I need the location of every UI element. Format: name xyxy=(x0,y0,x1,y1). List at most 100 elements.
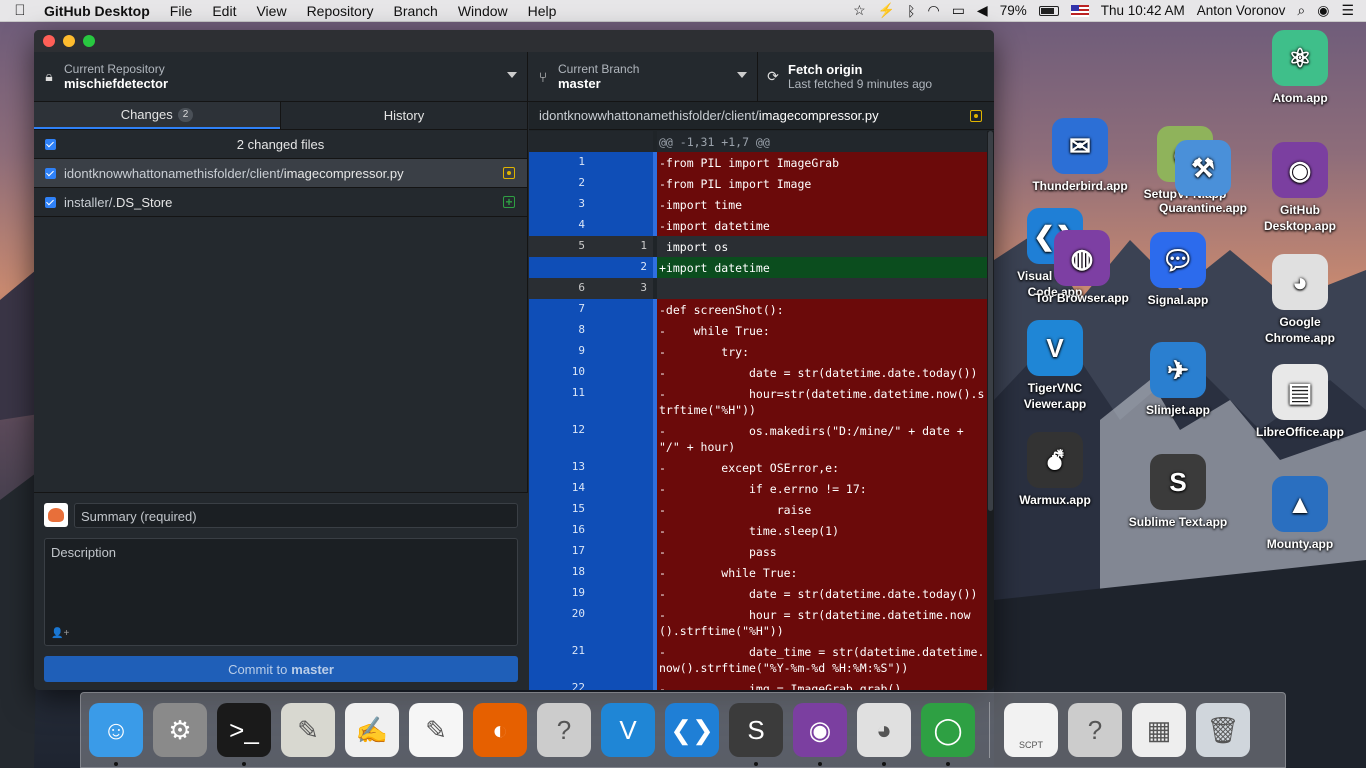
tab-changes[interactable]: Changes 2 xyxy=(34,102,280,129)
file-checkbox[interactable] xyxy=(45,197,56,208)
desktop-icon[interactable]: V TigerVNC Viewer.app xyxy=(1000,320,1110,412)
desktop-icon[interactable]: ⚒ Quarantine.app xyxy=(1148,140,1258,216)
quarantine-icon: ⚒ xyxy=(1175,140,1231,196)
menu-repository[interactable]: Repository xyxy=(297,3,384,19)
battery-icon[interactable] xyxy=(1038,5,1059,16)
bluetooth-icon[interactable]: ᛒ xyxy=(907,3,915,19)
zoom-window-button[interactable] xyxy=(83,35,95,47)
finder-icon[interactable]: ☺ xyxy=(89,703,143,766)
wifi-icon[interactable]: ◠ xyxy=(927,2,939,19)
changed-file-row[interactable]: installer/.DS_Store + xyxy=(34,188,527,217)
diff-line-del[interactable]: 14 - if e.errno != 17: xyxy=(529,478,987,499)
desktop-icon[interactable]: 💣︎ Warmux.app xyxy=(1000,432,1110,508)
diff-line-del[interactable]: 15 - raise xyxy=(529,499,987,520)
diff-line-ctx[interactable]: 63 xyxy=(529,278,987,299)
commit-button[interactable]: Commit to master xyxy=(44,656,518,682)
diff-line-del[interactable]: 16 - time.sleep(1) xyxy=(529,520,987,541)
screenshot-icon[interactable]: ▦ xyxy=(1132,703,1186,757)
user-name[interactable]: Anton Voronov xyxy=(1197,3,1286,18)
vpn-status-icon[interactable]: ⚡ xyxy=(878,2,895,19)
desktop-icon[interactable]: ▤ LibreOffice.app xyxy=(1245,364,1355,440)
diff-line-del[interactable]: 12 - os.makedirs("D:/mine/" + date + "/" … xyxy=(529,420,987,457)
file-checkbox[interactable] xyxy=(45,168,56,179)
sublime-icon[interactable]: S xyxy=(729,703,783,766)
diff-code: - date = str(datetime.date.today()) xyxy=(657,583,987,604)
desktop-icon[interactable]: S Sublime Text.app xyxy=(1123,454,1233,530)
star-icon[interactable]: ☆ xyxy=(853,2,866,19)
desktop-icon[interactable]: ✈ Slimjet.app xyxy=(1123,342,1233,418)
system-preferences-icon[interactable]: ⚙ xyxy=(153,703,207,757)
current-branch-dropdown[interactable]: ⑂ Current Branch master xyxy=(528,52,758,101)
desktop-icon[interactable]: ◉ GitHub Desktop.app xyxy=(1245,142,1355,234)
trash-icon[interactable]: 🗑︎ xyxy=(1196,703,1250,757)
textedit-icon[interactable]: ✍ xyxy=(345,703,399,757)
diff-line-del[interactable]: 17 - pass xyxy=(529,541,987,562)
diff-code: import os xyxy=(657,236,987,257)
menu-window[interactable]: Window xyxy=(448,3,518,19)
diff-line-del[interactable]: 4 -import datetime xyxy=(529,215,987,236)
spotlight-search-icon[interactable]: ⌕ xyxy=(1297,2,1305,19)
notification-center-icon[interactable]: ☰ xyxy=(1341,2,1354,19)
desktop-icon[interactable]: ✉ Thunderbird.app xyxy=(1025,118,1135,194)
clock[interactable]: Thu 10:42 AM xyxy=(1101,3,1185,18)
airplay-icon[interactable]: ▭ xyxy=(952,2,965,19)
ring-app-icon[interactable]: ◯ xyxy=(921,703,975,766)
summary-input[interactable]: Summary (required) xyxy=(74,503,518,528)
diff-line-del[interactable]: 21 - date_time = str(datetime.datetime.no… xyxy=(529,641,987,678)
tab-history[interactable]: History xyxy=(280,102,527,129)
input-source-flag-icon[interactable] xyxy=(1070,4,1089,17)
siri-icon[interactable]: ◉ xyxy=(1317,2,1329,19)
menu-file[interactable]: File xyxy=(160,3,203,19)
battery-percent[interactable]: 79% xyxy=(1000,3,1027,18)
diff-line-del[interactable]: 7 -def screenShot(): xyxy=(529,299,987,320)
app-menu[interactable]: GitHub Desktop xyxy=(40,3,160,19)
diff-line-ctx[interactable]: 51 import os xyxy=(529,236,987,257)
diff-code: - time.sleep(1) xyxy=(657,520,987,541)
vnc-icon[interactable]: V xyxy=(601,703,655,757)
diff-line-del[interactable]: 9 - try: xyxy=(529,341,987,362)
script-file-icon[interactable]: SCPT xyxy=(1004,703,1058,757)
add-coauthor-icon[interactable]: 👤+ xyxy=(51,628,69,639)
diff-line-del[interactable]: 18 - while True: xyxy=(529,562,987,583)
diff-line-del[interactable]: 10 - date = str(datetime.date.today()) xyxy=(529,362,987,383)
desktop-icon[interactable]: ▲ Mounty.app xyxy=(1245,476,1355,552)
diff-line-del[interactable]: 1 -from PIL import ImageGrab xyxy=(529,152,987,173)
desktop-icon[interactable]: ⚛ Atom.app xyxy=(1245,30,1355,106)
diff-line-del[interactable]: 20 - hour = str(datetime.datetime.now().s… xyxy=(529,604,987,641)
desktop-icon[interactable]: ◍ Tor Browser.app xyxy=(1027,230,1137,306)
menu-view[interactable]: View xyxy=(246,3,296,19)
menu-help[interactable]: Help xyxy=(518,3,567,19)
current-repository-dropdown[interactable]: 🔒︎ Current Repository mischiefdetector xyxy=(34,52,528,101)
vscode-icon[interactable]: ❮❯ xyxy=(665,703,719,757)
chrome-icon[interactable]: ◕ xyxy=(857,703,911,766)
unknown-app-icon[interactable]: ? xyxy=(1068,703,1122,757)
github-desktop-icon[interactable]: ◉ xyxy=(793,703,847,766)
diff-line-del[interactable]: 11 - hour=str(datetime.datetime.now().str… xyxy=(529,383,987,420)
close-window-button[interactable] xyxy=(43,35,55,47)
old-line-number: 18 xyxy=(529,562,591,583)
script-editor-icon[interactable]: ✎ xyxy=(281,703,335,757)
diff-scrollbar[interactable] xyxy=(987,131,994,690)
select-all-checkbox[interactable] xyxy=(45,139,56,150)
changed-file-row[interactable]: idontknowwhattonamethisfolder/client/ima… xyxy=(34,159,527,188)
menu-branch[interactable]: Branch xyxy=(383,3,447,19)
apple-menu-icon[interactable]:  xyxy=(0,2,40,19)
unknown-app-icon[interactable]: ? xyxy=(537,703,591,757)
diff-line-del[interactable]: 8 - while True: xyxy=(529,320,987,341)
terminal-icon[interactable]: >_ xyxy=(217,703,271,766)
menu-edit[interactable]: Edit xyxy=(202,3,246,19)
desktop-icon[interactable]: ◕ Google Chrome.app xyxy=(1245,254,1355,346)
diff-line-del[interactable]: 22 - img = ImageGrab.grab() xyxy=(529,678,987,690)
fetch-origin-button[interactable]: ⟳ Fetch origin Last fetched 9 minutes ag… xyxy=(758,52,994,101)
notes-icon[interactable]: ✎ xyxy=(409,703,463,757)
diff-line-del[interactable]: 3 -import time xyxy=(529,194,987,215)
volume-icon[interactable]: ◀ xyxy=(977,2,988,19)
diff-line-add[interactable]: 2 +import datetime xyxy=(529,257,987,278)
diff-line-del[interactable]: 19 - date = str(datetime.date.today()) xyxy=(529,583,987,604)
desktop-icon[interactable]: 💬︎ Signal.app xyxy=(1123,232,1233,308)
description-input[interactable]: Description 👤+ xyxy=(44,538,518,646)
diff-line-del[interactable]: 2 -from PIL import Image xyxy=(529,173,987,194)
firefox-icon[interactable]: ◐ xyxy=(473,703,527,757)
diff-line-del[interactable]: 13 - except OSError,e: xyxy=(529,457,987,478)
minimize-window-button[interactable] xyxy=(63,35,75,47)
